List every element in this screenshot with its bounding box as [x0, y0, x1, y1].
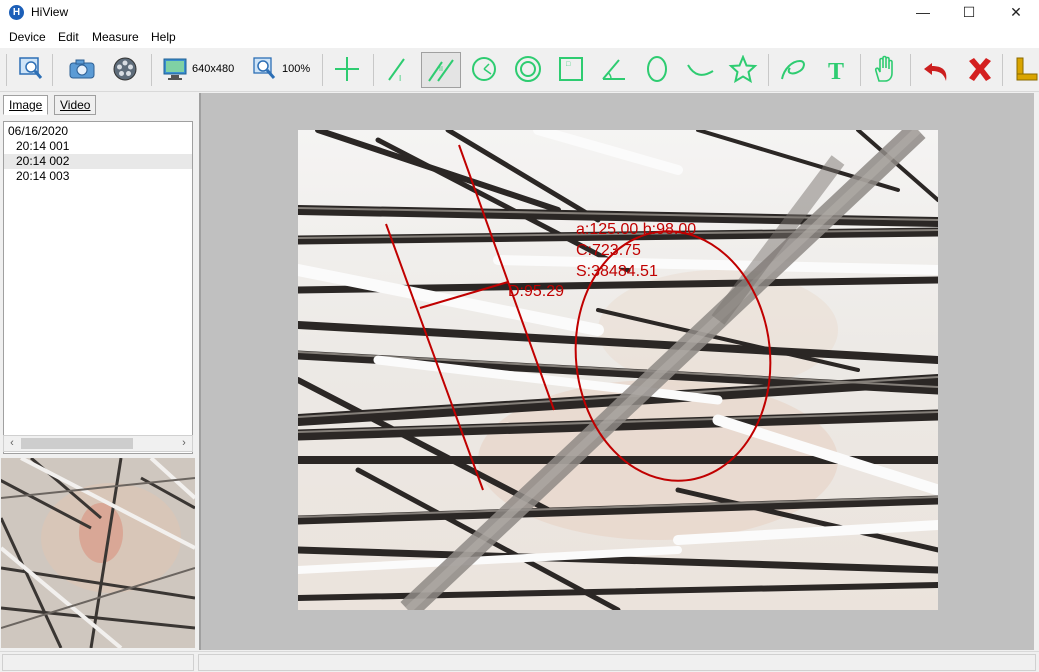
ellipse-tool-button[interactable]: [642, 54, 672, 84]
resolution-button[interactable]: 640x480: [162, 54, 234, 84]
toolbar-separator: [860, 54, 861, 86]
tab-video-label: Video: [60, 98, 91, 112]
menu-measure[interactable]: Measure: [92, 30, 139, 44]
record-video-button[interactable]: [110, 54, 140, 84]
camera-icon: [69, 59, 95, 79]
resolution-label: 640x480: [192, 63, 235, 75]
menu-bar: Device Edit Measure Help: [0, 26, 1039, 48]
scroll-left-arrow-icon[interactable]: ‹: [5, 436, 19, 451]
svg-text:□: □: [566, 61, 571, 68]
scrollbar-thumb[interactable]: [21, 438, 133, 449]
scroll-right-arrow-icon[interactable]: ›: [177, 436, 191, 451]
arc-tool-button[interactable]: [685, 54, 715, 84]
arc-icon: [687, 64, 714, 76]
pan-hand-button[interactable]: [870, 54, 900, 84]
freehand-tool-button[interactable]: [778, 54, 808, 84]
preview-button[interactable]: [17, 54, 45, 84]
parallel-lines-tool-button[interactable]: II: [421, 52, 461, 88]
ellipse-axes-label: a:125.00 b:98.00: [576, 221, 696, 238]
tree-horizontal-scrollbar[interactable]: ‹ ›: [3, 435, 193, 452]
toolbar-separator: [373, 54, 374, 86]
hair-micrograph: D:95.29 a:125.00 b:98.00 C:723.75 S:3848…: [298, 130, 938, 610]
concentric-circle-icon: [515, 56, 541, 82]
close-button[interactable]: ✕: [993, 0, 1039, 26]
toolbar-separator: [768, 54, 769, 86]
toolbar: 640x480 100% I II □ T: [0, 48, 1039, 92]
preview-icon: [19, 57, 43, 79]
ellipse-circumference-label: C:723.75: [576, 242, 641, 259]
tree-item[interactable]: 20:14 001: [4, 139, 192, 154]
line-tool-button[interactable]: I: [383, 54, 413, 84]
angle-tool-button[interactable]: [599, 54, 629, 84]
maximize-button[interactable]: ☐: [946, 0, 992, 26]
text-tool-button[interactable]: T: [822, 54, 852, 84]
toolbar-separator: [52, 54, 53, 86]
polygon-icon: [728, 55, 758, 83]
distance-measurement-label: D:95.29: [508, 283, 564, 300]
delete-button[interactable]: [965, 54, 995, 84]
angle-circle-icon: [472, 57, 496, 81]
delete-icon: [969, 58, 991, 81]
tab-image-label: Image: [9, 98, 43, 112]
hand-icon: [875, 55, 893, 82]
status-pane-left: [2, 654, 194, 671]
calibrate-button[interactable]: [1013, 54, 1039, 84]
image-thumbnail[interactable]: [1, 458, 195, 648]
text-icon: T: [828, 59, 844, 83]
freehand-icon: [781, 59, 805, 80]
toolbar-separator: [322, 54, 323, 86]
polygon-tool-button[interactable]: [728, 54, 758, 84]
menu-edit[interactable]: Edit: [58, 30, 79, 44]
circle-radius-tool-button[interactable]: [469, 54, 499, 84]
tree-item[interactable]: 20:14 003: [4, 169, 192, 184]
svg-text:T: T: [828, 59, 844, 83]
window-title: HiView: [31, 5, 69, 19]
tree-date-node[interactable]: 06/16/2020: [8, 124, 196, 139]
angle-icon: [602, 59, 625, 80]
menu-help[interactable]: Help: [151, 30, 176, 44]
undo-icon: [924, 63, 947, 81]
capture-photo-button[interactable]: [67, 54, 97, 84]
file-tree: 06/16/2020 20:14 001 20:14 002 20:14 003: [3, 121, 193, 454]
rectangle-tool-button[interactable]: □: [556, 54, 586, 84]
calibrate-ruler-icon: [1016, 57, 1038, 81]
tree-item-selected[interactable]: 20:14 002: [4, 154, 192, 169]
toolbar-separator: [151, 54, 152, 86]
toolbar-separator: [6, 54, 7, 86]
menu-device[interactable]: Device: [9, 30, 46, 44]
concentric-circle-tool-button[interactable]: [513, 54, 543, 84]
tab-video[interactable]: Video: [54, 95, 97, 115]
rectangle-icon: □: [559, 57, 583, 81]
toolbar-separator: [1002, 54, 1003, 86]
undo-button[interactable]: [922, 54, 952, 84]
zoom-icon: [253, 57, 276, 79]
zoom-button[interactable]: 100%: [252, 54, 310, 84]
left-panel: Image Video 06/16/2020 20:14 001 20:14 0…: [0, 93, 196, 650]
video-reel-icon: [113, 57, 137, 81]
line-icon: I: [388, 58, 405, 83]
svg-text:II: II: [439, 66, 443, 73]
zoom-label: 100%: [282, 63, 311, 75]
title-bar: H HiView — ☐ ✕: [0, 0, 1039, 26]
resolution-monitor-icon: [163, 58, 187, 80]
minimize-button[interactable]: —: [900, 0, 946, 26]
status-bar: [0, 651, 1039, 672]
crosshair-icon: [335, 57, 359, 81]
ellipse-area-label: S:38484.51: [576, 263, 658, 280]
parallel-lines-icon: II: [428, 59, 454, 82]
svg-text:I: I: [399, 74, 401, 83]
app-logo-icon: H: [9, 5, 24, 20]
crosshair-tool-button[interactable]: [332, 54, 362, 84]
thumbnail-picture: [1, 458, 195, 648]
toolbar-separator: [910, 54, 911, 86]
ellipse-icon: [647, 56, 667, 82]
tab-image[interactable]: Image: [3, 95, 49, 115]
status-pane-right: [198, 654, 1036, 671]
microscope-image[interactable]: D:95.29 a:125.00 b:98.00 C:723.75 S:3848…: [298, 130, 938, 610]
